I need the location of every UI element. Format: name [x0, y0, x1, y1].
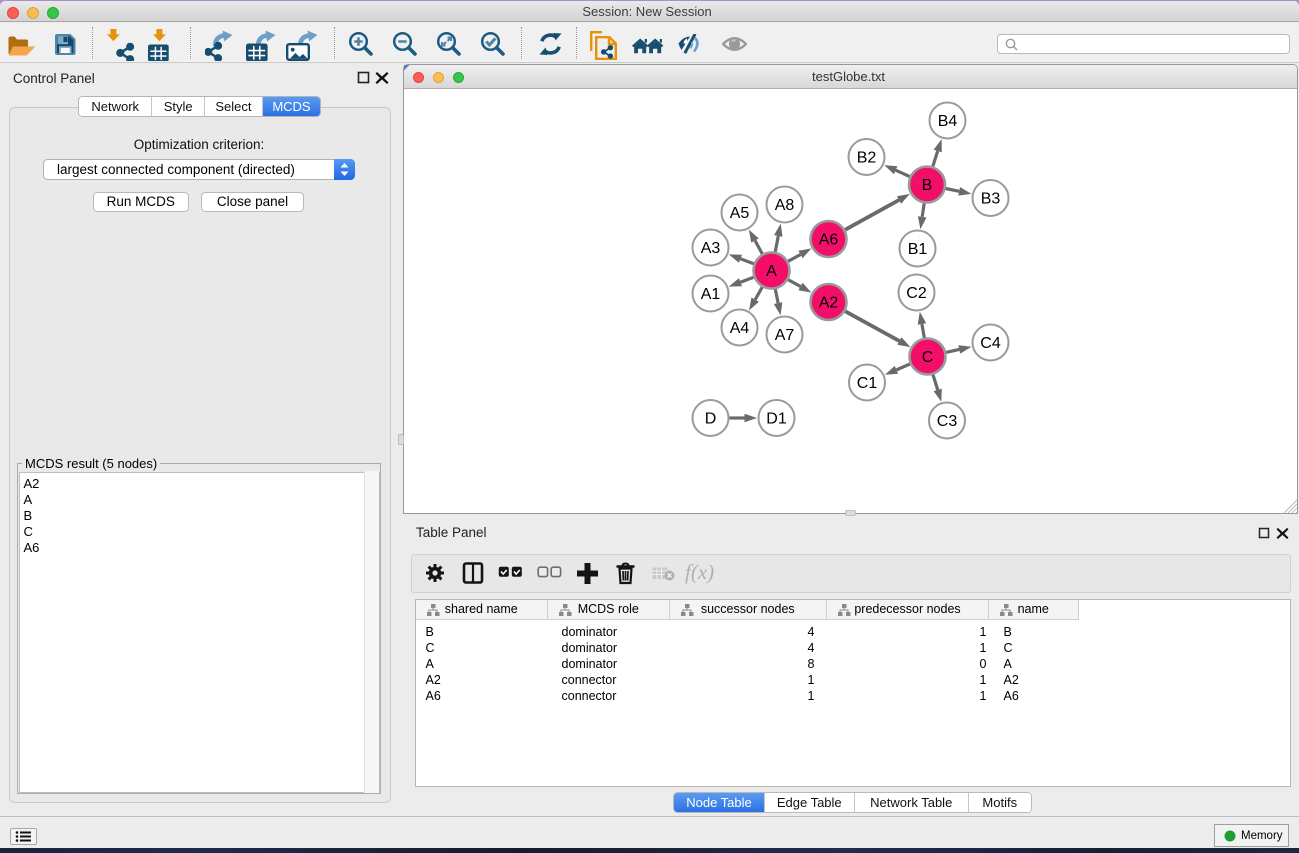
svg-text:A: A — [766, 263, 777, 280]
svg-text:C: C — [922, 349, 934, 366]
svg-text:B3: B3 — [981, 191, 1001, 208]
svg-text:B4: B4 — [938, 113, 958, 130]
svg-text:B1: B1 — [908, 241, 928, 258]
svg-text:A5: A5 — [730, 205, 750, 222]
svg-text:A2: A2 — [819, 295, 839, 312]
svg-text:C1: C1 — [857, 375, 878, 392]
svg-text:A3: A3 — [701, 240, 721, 257]
svg-text:A8: A8 — [775, 197, 795, 214]
svg-text:D: D — [705, 411, 717, 428]
svg-text:A1: A1 — [701, 286, 721, 303]
svg-text:A7: A7 — [775, 327, 795, 344]
svg-text:B2: B2 — [857, 150, 877, 167]
svg-text:C2: C2 — [906, 285, 927, 302]
svg-text:C3: C3 — [937, 413, 958, 430]
svg-text:A6: A6 — [819, 232, 839, 249]
svg-text:A4: A4 — [730, 320, 750, 337]
svg-text:B: B — [922, 177, 933, 194]
svg-text:C4: C4 — [980, 335, 1001, 352]
svg-text:D1: D1 — [766, 411, 787, 428]
